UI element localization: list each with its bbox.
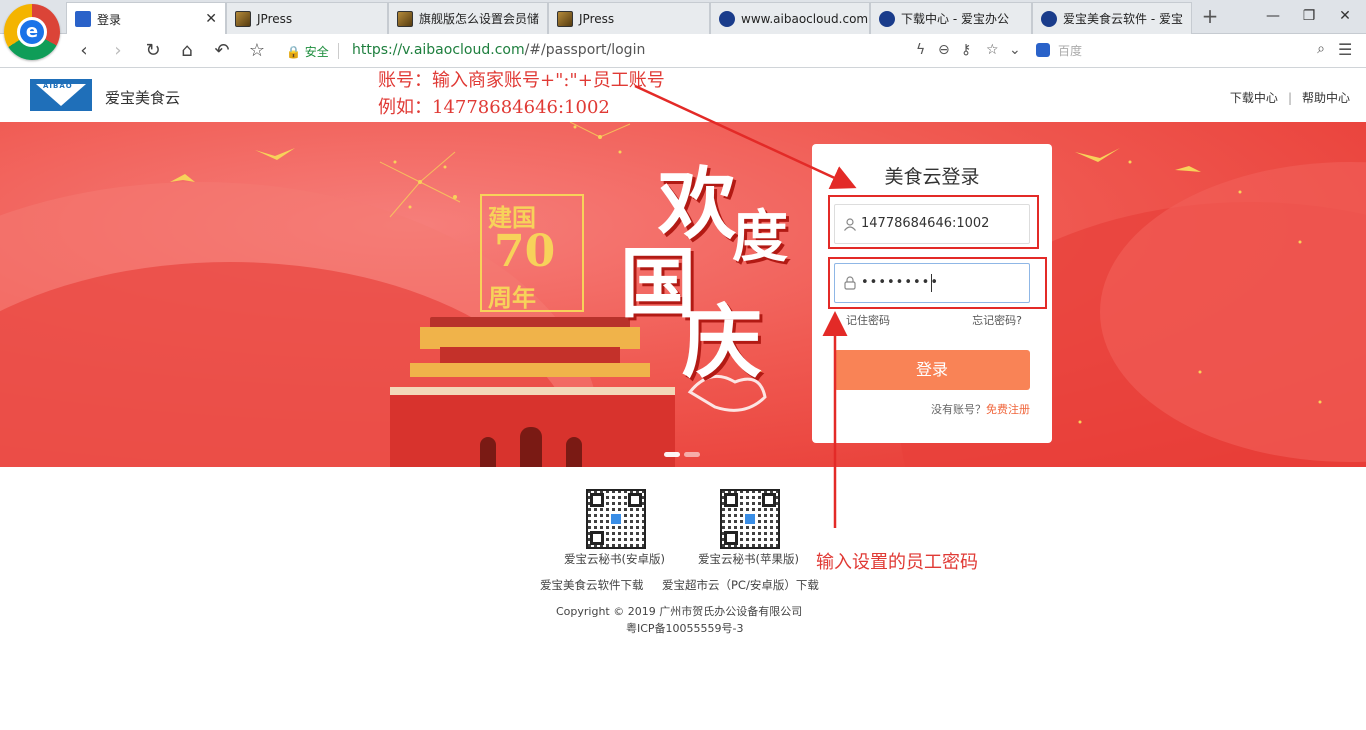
url-host: https://v.aibaocloud.com [352,42,525,58]
tiananmen-illustration [390,317,675,467]
carousel-dot-active[interactable] [664,452,680,457]
tab-label: JPress [257,11,293,26]
badge-bottom-text: 周年 [488,283,536,312]
tab-label: 旗舰版怎么设置会员储 [419,12,540,26]
qr-code-android [586,489,646,549]
new-tab-button[interactable]: + [1198,4,1222,30]
tab-member-settings[interactable]: 旗舰版怎么设置会员储 [388,2,548,34]
tab-aibaocloud[interactable]: www.aibaocloud.com [710,2,870,34]
url-input[interactable]: https://v.aibaocloud.com/#/passport/logi… [352,42,645,58]
lock-icon: 🔒 [286,45,301,59]
minimize-window-button[interactable]: — [1258,4,1288,28]
reload-icon[interactable]: ↻ [141,40,165,62]
download-center-link[interactable]: 下载中心 [1230,91,1278,105]
tab-favicon-icon [879,10,895,27]
no-account-text: 没有账号？ [931,403,986,416]
close-tab-icon[interactable]: ✕ [205,11,217,27]
tab-favicon-icon [1041,10,1057,27]
qr-android-label[interactable]: 爱宝云秘书(安卓版) [564,551,665,567]
food-cloud-download-link[interactable]: 爱宝美食云软件下载 [540,577,644,593]
tab-label: 下载中心 - 爱宝办公 [901,12,1009,26]
site-name: 爱宝美食云 [105,89,181,107]
supermarket-cloud-download-link[interactable]: 爱宝超市云（PC/安卓版）下载 [662,577,819,593]
secure-indicator[interactable]: 🔒 安全 [286,43,329,60]
tab-aibao-software[interactable]: 爱宝美食云软件 - 爱宝 [1032,2,1192,34]
tab-login[interactable]: 登录 ✕ [66,2,226,35]
account-annotation-line1: 账号：输入商家账号+":"+员工账号 [378,70,665,91]
page-footer: 爱宝云秘书(安卓版) 爱宝云秘书(苹果版) 爱宝美食云软件下载 爱宝超市云（PC… [0,467,1366,730]
browser-tab-strip: 登录 ✕ JPress 旗舰版怎么设置会员储 JPress www.aibaoc… [0,0,1366,35]
tab-label: JPress [579,11,615,26]
bookmark-star-icon[interactable]: ☆ [245,40,269,62]
url-path: /#/passport/login [524,42,646,58]
chevron-down-icon[interactable]: ⌄ [1009,42,1021,58]
register-row: 没有账号？免费注册 [931,401,1030,417]
search-input[interactable]: 百度 ⌕ [1032,39,1327,63]
back-icon[interactable]: ‹ [72,40,96,62]
home-icon[interactable]: ⌂ [175,40,199,62]
aibao-logo-icon[interactable]: AIBAO [30,79,92,111]
tab-favicon-icon [75,11,91,27]
login-title: 美食云登录 [884,166,980,188]
maximize-window-button[interactable]: ❐ [1294,4,1324,28]
browser-logo-icon[interactable]: e [4,4,60,60]
password-annotation: 输入设置的员工密码 [816,552,978,573]
favorite-star-icon[interactable]: ☆ [986,42,999,58]
username-highlight-box [828,195,1039,249]
site-header: AIBAO 爱宝美食云 下载中心 | 帮助中心 [0,69,1366,122]
baidu-icon [1036,43,1050,57]
login-button[interactable]: 登录 [834,350,1030,390]
qr-code-ios [720,489,780,549]
tab-favicon-icon [235,10,251,27]
tab-jpress-1[interactable]: JPress [226,2,388,34]
register-link[interactable]: 免费注册 [986,403,1030,416]
qr-ios-label[interactable]: 爱宝云秘书(苹果版) [698,551,799,567]
account-annotation-line2: 例如：14778684646:1002 [378,97,610,118]
secure-label: 安全 [304,45,329,59]
forgot-password-link[interactable]: 忘记密码? [972,312,1022,328]
tab-download-center[interactable]: 下载中心 - 爱宝办公 [870,2,1032,34]
calligraphy-char: 度 [732,204,788,270]
badge-number: 70 [494,226,556,277]
lightning-icon[interactable]: ϟ [916,42,925,58]
close-window-button[interactable]: ✕ [1330,4,1360,28]
anniversary-badge: 建国 70 周年 [480,194,584,312]
browser-toolbar: ‹ › ↻ ⌂ ↶ ☆ 🔒 安全 https://v.aibaocloud.co… [0,34,1366,68]
icp-text[interactable]: 粤ICP备10055559号-3 [626,620,744,636]
tab-label: 登录 [97,12,122,27]
menu-icon[interactable]: ☰ [1338,40,1352,59]
undo-close-icon[interactable]: ↶ [210,40,234,62]
password-highlight-box [828,257,1047,309]
remember-password-checkbox[interactable]: 记住密码 [846,312,890,328]
tab-jpress-2[interactable]: JPress [548,2,710,34]
tab-favicon-icon [557,10,573,27]
tab-label: 爱宝美食云软件 - 爱宝 [1063,12,1183,26]
key-icon[interactable]: ⚷ [961,42,971,58]
divider: | [1287,91,1292,105]
search-placeholder: 百度 [1058,44,1083,58]
divider [338,43,339,59]
help-center-link[interactable]: 帮助中心 [1302,91,1350,105]
zoom-out-icon[interactable]: ⊖ [938,42,950,58]
logo-text: AIBAO [43,82,73,90]
tab-favicon-icon [719,10,735,27]
carousel-dot[interactable] [684,452,700,457]
tab-favicon-icon [397,10,413,27]
forward-icon[interactable]: › [106,40,130,62]
tab-label: www.aibaocloud.com [741,11,869,26]
calligraphy-char: 庆 [682,295,762,389]
search-icon[interactable]: ⌕ [1317,41,1325,57]
hero-banner: 建国 70 周年 欢 度 国 庆 [0,122,1366,467]
header-links: 下载中心 | 帮助中心 [1230,89,1350,106]
copyright-text: Copyright © 2019 广州市贺氏办公设备有限公司 [556,605,803,618]
